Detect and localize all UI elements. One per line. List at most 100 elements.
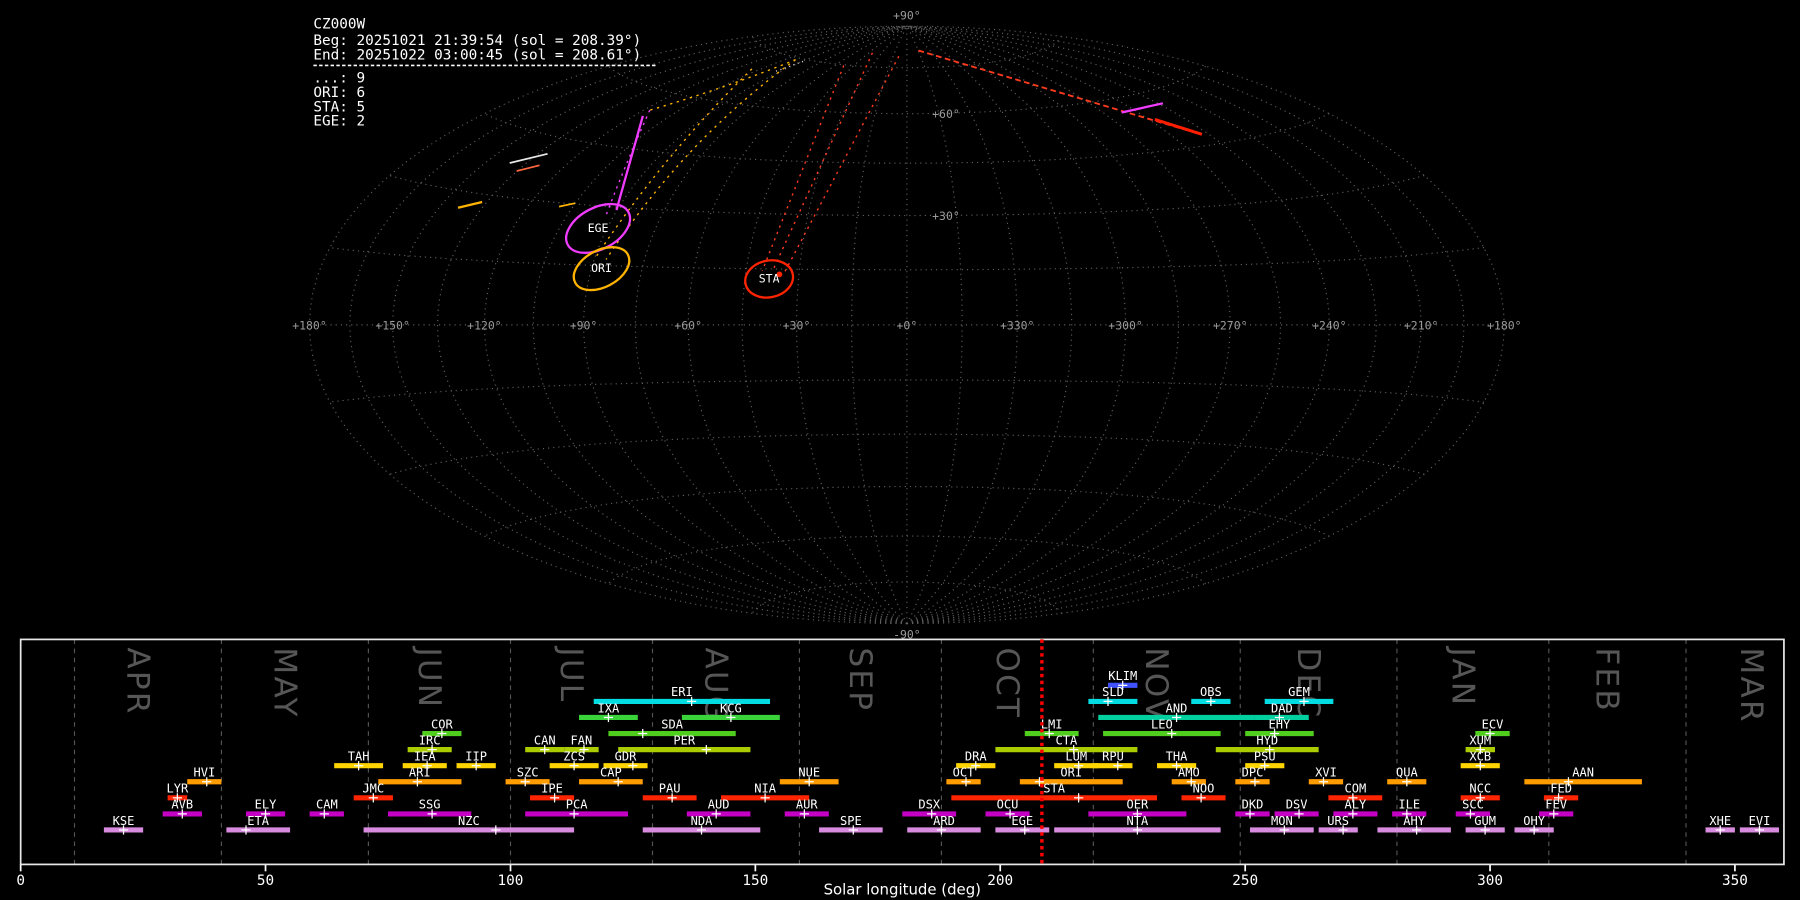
shower-code-label-XHE: XHE <box>1709 814 1731 828</box>
shower-code-label-PCA: PCA <box>566 798 589 812</box>
meteor-trail <box>775 60 805 72</box>
shower-code-label-LMI: LMI <box>1041 717 1063 731</box>
shower-code-label-OER: OER <box>1127 798 1150 812</box>
shower-code-label-PER: PER <box>673 733 696 747</box>
shower-code-label-THA: THA <box>1166 750 1189 764</box>
month-label-FEB: FEB <box>1589 647 1625 713</box>
longitude-label: +180° <box>1487 318 1522 332</box>
longitude-label: +60° <box>674 318 702 332</box>
shower-code-label-AAN: AAN <box>1572 766 1594 780</box>
meteor-trail <box>605 59 796 260</box>
longitude-label: +270° <box>1213 318 1248 332</box>
shower-code-label-NOO: NOO <box>1193 782 1215 796</box>
shower-code-label-FEV: FEV <box>1545 798 1567 812</box>
shower-code-label-DSX: DSX <box>918 798 941 812</box>
x-axis-title: Solar longitude (deg) <box>824 880 981 898</box>
shower-code-label-OHY: OHY <box>1523 814 1546 828</box>
shower-code-label-IRC: IRC <box>419 733 441 747</box>
shower-count: EGE: 2 <box>313 114 365 130</box>
longitude-label: +120° <box>467 318 502 332</box>
shower-code-label-NTA: NTA <box>1127 814 1150 828</box>
shower-code-label-AUD: AUD <box>708 798 730 812</box>
shower-code-label-AMO: AMO <box>1178 766 1200 780</box>
shower-code-label-STA: STA <box>1043 782 1066 796</box>
meteor-trail <box>1154 117 1203 136</box>
meteor-trail <box>604 109 651 219</box>
shower-code-label-LYR: LYR <box>166 782 189 796</box>
shower-code-label-NCC: NCC <box>1469 782 1491 796</box>
shower-code-label-XUM: XUM <box>1469 733 1491 747</box>
x-tick-label: 150 <box>742 873 768 889</box>
meteor-observation-screen: EGE ORI STA +180° +150° +120° +90° +60° +30° +0°… <box>0 0 1800 900</box>
meteor-trail <box>457 200 483 209</box>
shower-code-label-DKD: DKD <box>1242 798 1264 812</box>
station-code: CZ000W <box>313 17 365 33</box>
shower-code-label-OCT: OCT <box>953 766 975 780</box>
meteor-trail <box>649 59 796 111</box>
meteor-trail <box>558 202 576 208</box>
shower-code-label-SCC: SCC <box>1462 798 1484 812</box>
shower-code-label-ALY: ALY <box>1345 798 1368 812</box>
shower-code-label-OCU: OCU <box>997 798 1019 812</box>
map-coordinate-labels: +180° +150° +120° +90° +60° +30° +0° +330° +300°… <box>292 8 1521 641</box>
grid-meridian <box>349 25 907 625</box>
x-tick-label: 300 <box>1477 873 1503 889</box>
shower-code-label-EVI: EVI <box>1749 814 1771 828</box>
shower-code-label-IIP: IIP <box>465 750 487 764</box>
shower-code-label-XCB: XCB <box>1469 750 1491 764</box>
meteor-trail <box>761 65 845 272</box>
radiant-label-STA: STA <box>759 271 780 285</box>
shower-code-label-CAN: CAN <box>534 733 556 747</box>
grid-meridian <box>795 25 908 624</box>
x-tick-label: 50 <box>257 873 274 889</box>
shower-code-label-RPU: RPU <box>1102 750 1124 764</box>
month-label-SEP: SEP <box>842 647 878 712</box>
shower-code-label-AHY: AHY <box>1403 814 1426 828</box>
shower-code-label-NUE: NUE <box>798 766 820 780</box>
shower-code-label-ECV: ECV <box>1482 717 1504 731</box>
grid-meridian <box>741 25 908 625</box>
shower-code-label-ZCS: ZCS <box>563 750 585 764</box>
shower-code-label-IEA: IEA <box>414 750 437 764</box>
shower-code-label-SSG: SSG <box>419 798 441 812</box>
x-tick-label: 200 <box>987 873 1013 889</box>
grid-meridian <box>906 25 1465 625</box>
longitude-label: +180° <box>292 318 327 332</box>
month-label-MAR: MAR <box>1733 647 1769 723</box>
shower-code-label-PAU: PAU <box>659 782 681 796</box>
shower-code-label-ARI: ARI <box>409 766 431 780</box>
shower-code-label-QUA: QUA <box>1396 766 1419 780</box>
shower-code-label-ETA: ETA <box>247 814 270 828</box>
shower-code-label-CTA: CTA <box>1055 733 1078 747</box>
month-label-JAN: JAN <box>1444 645 1480 707</box>
meteor-trail <box>1121 102 1164 114</box>
x-tick-label: 0 <box>16 873 25 889</box>
shower-code-label-AUR: AUR <box>796 798 819 812</box>
month-label-OCT: OCT <box>989 647 1025 719</box>
meteor-trail <box>615 115 644 211</box>
shower-code-label-FAN: FAN <box>571 733 593 747</box>
meteor-trail <box>509 152 548 164</box>
shower-code-label-JMC: JMC <box>362 782 384 796</box>
shower-code-label-EGE: EGE <box>1011 814 1033 828</box>
shower-code-label-URS: URS <box>1327 814 1349 828</box>
month-label-MAY: MAY <box>266 647 302 718</box>
longitude-label: +300° <box>1108 318 1143 332</box>
shower-code-label-ARD: ARD <box>933 814 955 828</box>
shower-code-label-CAM: CAM <box>316 798 338 812</box>
shower-code-label-SPE: SPE <box>840 814 862 828</box>
radiant-label-ORI: ORI <box>591 261 612 275</box>
shower-code-label-TAH: TAH <box>348 750 370 764</box>
shower-code-label-COM: COM <box>1345 782 1367 796</box>
shower-code-label-OBS: OBS <box>1200 685 1222 699</box>
shower-code-label-EHY: EHY <box>1269 717 1292 731</box>
radiant-label-EGE: EGE <box>588 221 609 235</box>
shower-code-label-HYD: HYD <box>1256 733 1278 747</box>
grid-parallel <box>484 113 1330 164</box>
x-tick-label: 100 <box>498 873 524 889</box>
shower-code-label-AVB: AVB <box>171 798 193 812</box>
x-tick-label: 350 <box>1722 873 1748 889</box>
shower-code-label-KSE: KSE <box>113 814 135 828</box>
shower-code-label-LEO: LEO <box>1151 717 1173 731</box>
shower-code-label-NDA: NDA <box>691 814 714 828</box>
